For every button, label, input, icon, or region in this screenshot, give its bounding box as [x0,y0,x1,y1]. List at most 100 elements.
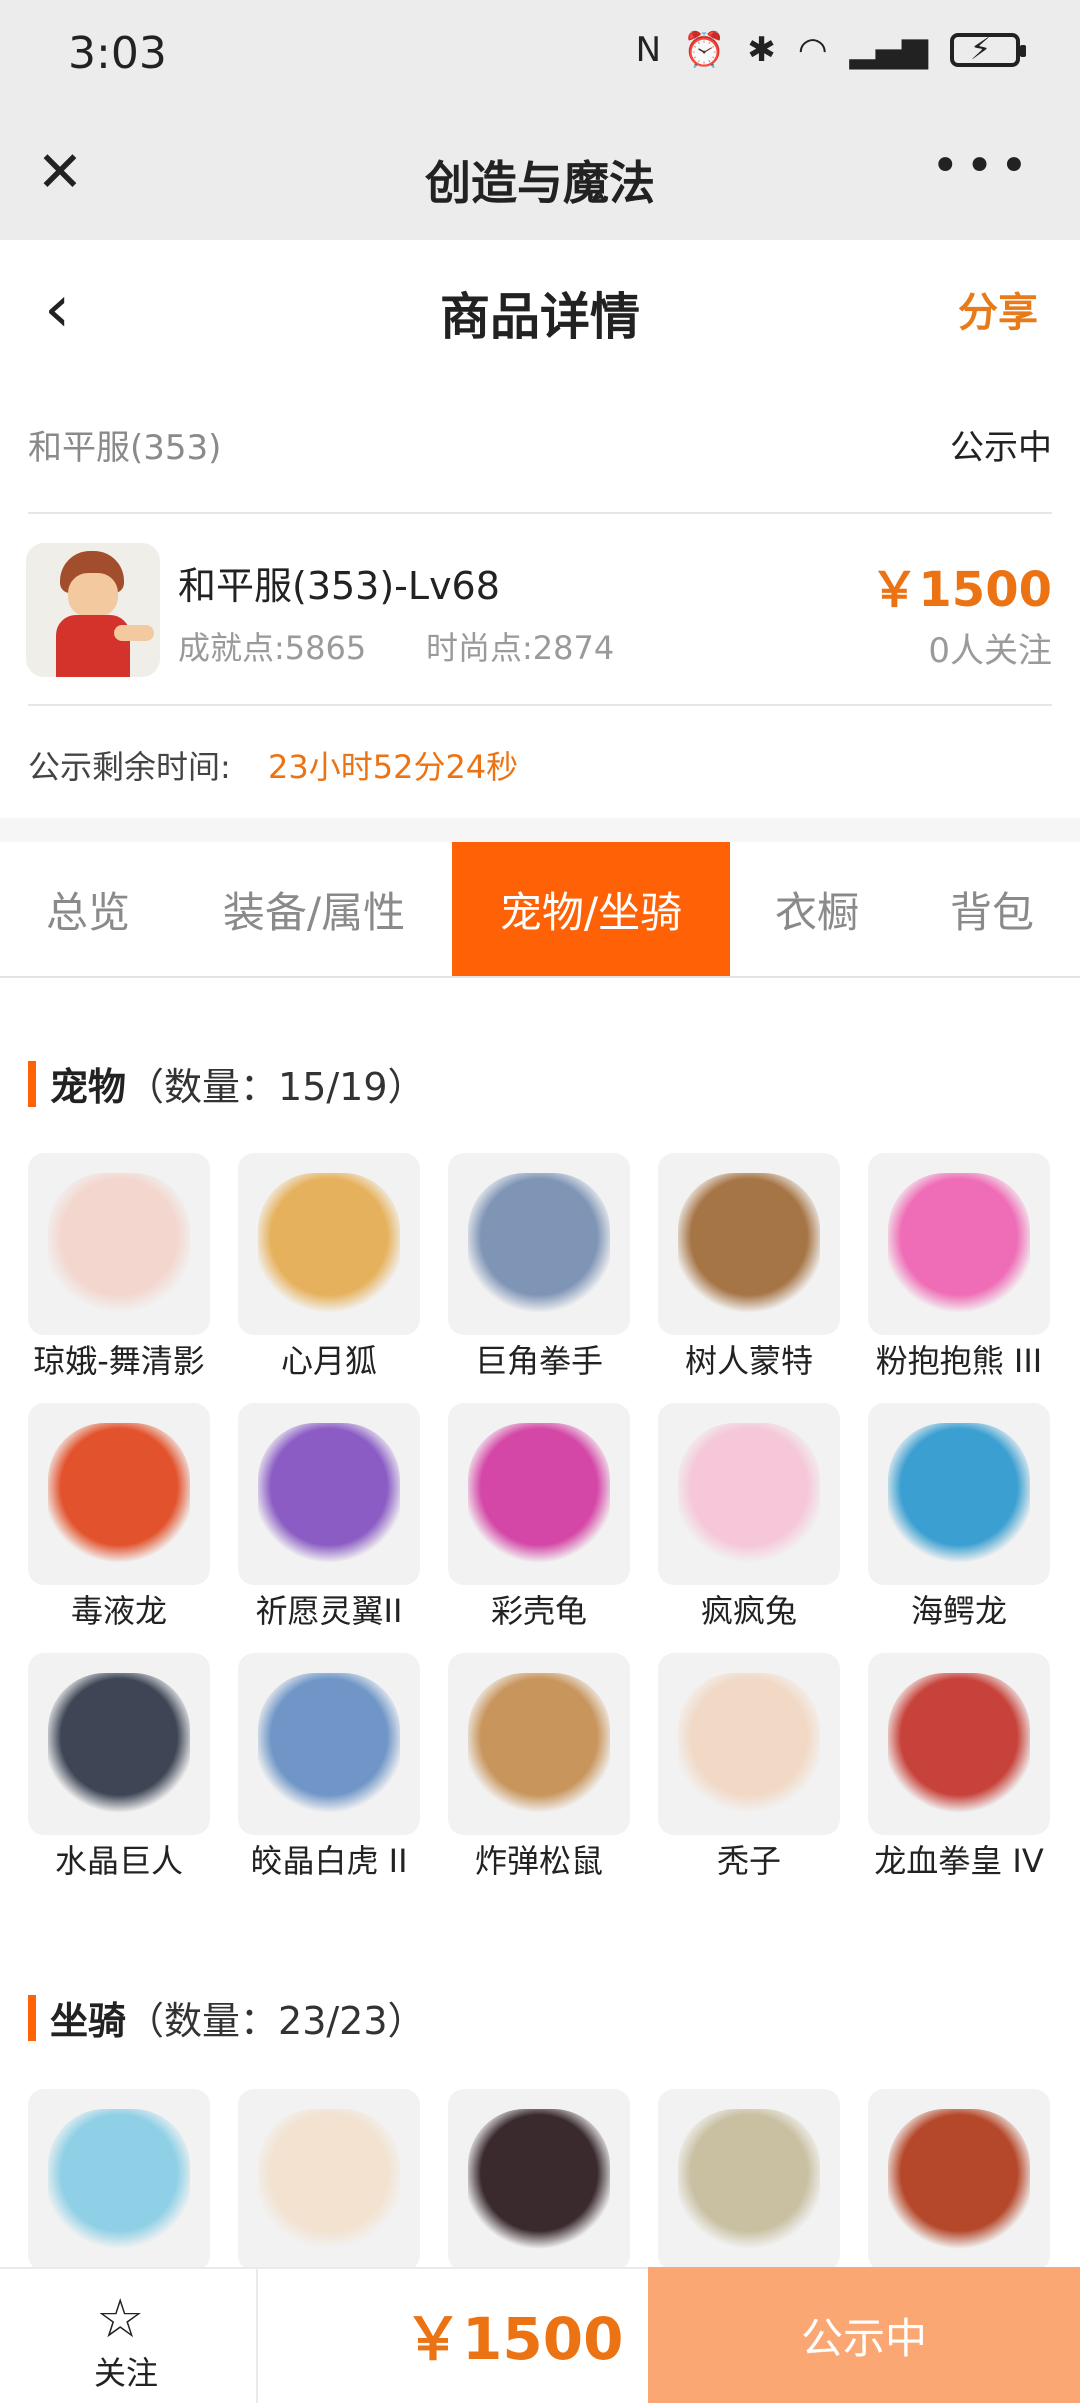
tab-overview[interactable]: 总览 [0,842,176,976]
pet-thumbnail[interactable] [28,1403,210,1585]
follow-label[interactable]: 关注 [94,2348,158,2394]
pet-thumbnail[interactable] [238,1153,420,1335]
app-title: 创造与魔法 [425,156,655,210]
creature-image [678,2109,820,2251]
pet-thumbnail[interactable] [868,1153,1050,1335]
pet-thumbnail[interactable] [448,1403,630,1585]
pet-item[interactable]: 心月狐 [238,1153,420,1381]
share-button[interactable]: 分享 [958,280,1038,338]
pet-thumbnail[interactable] [28,1653,210,1835]
mount-thumbnail[interactable] [28,2089,210,2271]
creature-image [258,1423,400,1565]
pet-item[interactable]: 秃子 [658,1653,840,1881]
pet-name: 海鳄龙 [910,1592,1007,1630]
creature-image [258,1673,400,1815]
star-icon[interactable]: ☆ [96,2287,144,2350]
remaining-time-value: 23小时52分24秒 [268,748,519,786]
mount-item[interactable] [868,2089,1050,2277]
divider [28,704,1052,706]
creature-image [258,2109,400,2251]
pets-count: （数量：15/19） [126,1065,426,1109]
status-icons: N ⏰ ✱ ◠ ▂▄▆ ⚡ [636,30,1026,70]
bottom-price: ￥1500 [404,2305,624,2373]
pet-name: 祈愿灵翼II [255,1592,403,1630]
pet-item[interactable]: 彩壳龟 [448,1403,630,1631]
creature-image [888,1423,1030,1565]
creature-image [48,1423,190,1565]
tab-pets-mounts[interactable]: 宠物/坐骑 [452,842,730,976]
pet-item[interactable]: 海鳄龙 [868,1403,1050,1631]
signal-icon: ▂▄▆ [849,30,928,70]
pet-thumbnail[interactable] [658,1153,840,1335]
creature-image [678,1673,820,1815]
mounts-section-header: 坐骑 （数量：23/23） [28,1990,426,2045]
remaining-time-label: 公示剩余时间: [28,748,231,786]
pet-name: 水晶巨人 [54,1842,183,1880]
pet-name: 皎晶白虎 II [250,1842,408,1880]
more-icon[interactable]: ••• [931,138,1034,194]
role-name: 和平服(353)-Lv68 [178,564,500,608]
mount-item[interactable] [658,2089,840,2277]
listing-price: ￥1500 [870,562,1052,618]
mount-thumbnail[interactable] [868,2089,1050,2271]
mount-item[interactable] [448,2089,630,2277]
pet-item[interactable]: 龙血拳皇 IV [868,1653,1050,1881]
pet-thumbnail[interactable] [868,1403,1050,1585]
creature-image [468,1423,610,1565]
divider [28,512,1052,514]
pet-thumbnail[interactable] [658,1403,840,1585]
mount-grid [28,2089,1052,2277]
pet-name: 炸弹松鼠 [474,1842,603,1880]
pet-thumbnail[interactable] [238,1403,420,1585]
pet-thumbnail[interactable] [448,1153,630,1335]
mount-item[interactable] [238,2089,420,2277]
creature-image [258,1173,400,1315]
tab-backpack[interactable]: 背包 [904,842,1080,976]
creature-image [48,2109,190,2251]
mount-thumbnail[interactable] [658,2089,840,2271]
alarm-icon: ⏰ [683,30,726,70]
public-status-button[interactable]: 公示中 [648,2267,1080,2403]
creature-image [888,2109,1030,2251]
pet-name: 秃子 [716,1842,781,1880]
pet-item[interactable]: 巨角拳手 [448,1153,630,1381]
pet-grid: 琼娥-舞清影 心月狐 巨角拳手 树人蒙特 粉抱抱熊 III 毒液龙 祈愿灵翼II 彩壳龟 疯疯兔… [28,1153,1052,1881]
creature-image [468,2109,610,2251]
pet-item[interactable]: 毒液龙 [28,1403,210,1631]
creature-image [678,1173,820,1315]
tab-bar: 总览 装备/属性 宠物/坐骑 衣橱 背包 [0,842,1080,978]
pet-item[interactable]: 炸弹松鼠 [448,1653,630,1881]
pet-name: 树人蒙特 [684,1342,813,1380]
pet-name: 琼娥-舞清影 [33,1342,205,1380]
creature-image [888,1173,1030,1315]
status-badge: 公示中 [950,428,1052,468]
wifi-icon: ◠ [797,30,828,70]
pet-name: 心月狐 [280,1342,377,1380]
mounts-title: 坐骑 [50,1999,127,2043]
tab-equipment[interactable]: 装备/属性 [176,842,452,976]
pet-item[interactable]: 粉抱抱熊 III [868,1153,1050,1381]
achievement-points: 成就点:5865 [178,629,367,667]
pet-item[interactable]: 水晶巨人 [28,1653,210,1881]
creature-image [468,1173,610,1315]
pet-thumbnail[interactable] [28,1153,210,1335]
pet-item[interactable]: 树人蒙特 [658,1153,840,1381]
follower-count: 0人关注 [928,631,1052,671]
pet-thumbnail[interactable] [868,1653,1050,1835]
pet-name: 彩壳龟 [490,1592,587,1630]
pet-item[interactable]: 祈愿灵翼II [238,1403,420,1631]
pet-thumbnail[interactable] [658,1653,840,1835]
mounts-count: （数量：23/23） [126,1999,426,2043]
pet-item[interactable]: 皎晶白虎 II [238,1653,420,1881]
bluetooth-icon: ✱ [747,30,776,70]
tab-wardrobe[interactable]: 衣橱 [730,842,904,976]
pet-thumbnail[interactable] [238,1653,420,1835]
mount-item[interactable] [28,2089,210,2277]
pet-item[interactable]: 疯疯兔 [658,1403,840,1631]
status-time: 3:03 [68,28,167,79]
pet-thumbnail[interactable] [448,1653,630,1835]
pet-name: 疯疯兔 [700,1592,797,1630]
mount-thumbnail[interactable] [238,2089,420,2271]
mount-thumbnail[interactable] [448,2089,630,2271]
pet-item[interactable]: 琼娥-舞清影 [28,1153,210,1381]
